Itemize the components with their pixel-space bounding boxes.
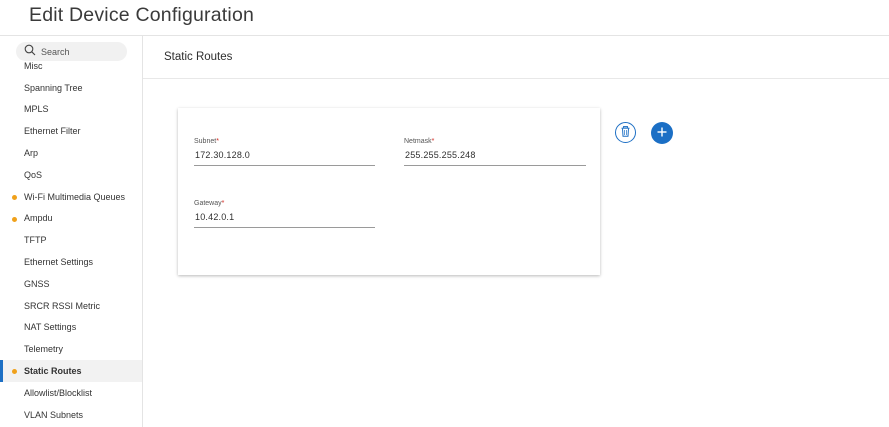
subnet-underline <box>194 165 375 166</box>
sidebar-item-static-routes[interactable]: Static Routes <box>0 360 142 382</box>
sidebar-item-wi-fi-multimedia-queues[interactable]: Wi-Fi Multimedia Queues <box>0 186 142 208</box>
netmask-field[interactable]: Netmask* 255.255.255.248 <box>404 138 586 166</box>
sidebar-item-label: VLAN Subnets <box>24 409 84 420</box>
gateway-field[interactable]: Gateway* 10.42.0.1 <box>194 200 375 228</box>
sidebar-item-label: Ethernet Settings <box>24 257 94 268</box>
sidebar-item-label: Ampdu <box>24 213 53 224</box>
sidebar-item-srcr-rssi-metric[interactable]: SRCR RSSI Metric <box>0 295 142 317</box>
sidebar-item-label: Allowlist/Blocklist <box>24 387 93 398</box>
sidebar-item-qos[interactable]: QoS <box>0 164 142 186</box>
netmask-value[interactable]: 255.255.255.248 <box>405 150 476 160</box>
sidebar-item-label: Ethernet Filter <box>24 126 81 137</box>
sidebar-item-ethernet-settings[interactable]: Ethernet Settings <box>0 251 142 273</box>
sidebar-item-label: MPLS <box>24 104 49 115</box>
sidebar-list: Misc Spanning Tree MPLS Ethernet Filter Arp Q… <box>0 55 142 426</box>
sidebar-item-label: QoS <box>24 169 43 180</box>
sidebar-item-label: Wi-Fi Multimedia Queues <box>24 191 126 202</box>
sidebar-item-ampdu[interactable]: Ampdu <box>0 208 142 230</box>
modified-indicator-dot <box>12 194 17 200</box>
sidebar-item-gnss[interactable]: GNSS <box>0 273 142 295</box>
static-route-card: Subnet* 172.30.128.0 Netmask* 255.255.25… <box>178 108 600 275</box>
sidebar-item-allowlist-blocklist[interactable]: Allowlist/Blocklist <box>0 382 142 404</box>
gateway-value[interactable]: 10.42.0.1 <box>195 212 234 222</box>
netmask-underline <box>404 165 586 166</box>
netmask-label: Netmask* <box>404 138 435 145</box>
delete-route-button[interactable] <box>615 122 636 143</box>
sidebar-item-nat-settings[interactable]: NAT Settings <box>0 317 142 339</box>
subnet-label: Subnet* <box>194 138 219 145</box>
add-route-button[interactable] <box>651 122 673 144</box>
sidebar-item-label: GNSS <box>24 278 50 289</box>
gateway-underline <box>194 227 375 228</box>
search-box[interactable] <box>16 42 127 61</box>
sidebar-item-label: TFTP <box>24 235 47 246</box>
sidebar-item-tftp[interactable]: TFTP <box>0 229 142 251</box>
sidebar-item-label: SRCR RSSI Metric <box>24 300 101 311</box>
modified-indicator-dot <box>12 369 17 375</box>
sidebar-item-arp[interactable]: Arp <box>0 142 142 164</box>
sidebar-item-mpls[interactable]: MPLS <box>0 99 142 121</box>
sidebar-item-telemetry[interactable]: Telemetry <box>0 338 142 360</box>
plus-icon <box>657 124 667 142</box>
page-title: Edit Device Configuration <box>29 4 255 26</box>
section-divider <box>143 78 889 79</box>
sidebar-item-label: Telemetry <box>24 344 64 355</box>
trash-icon <box>621 124 630 142</box>
modified-indicator-dot <box>12 216 17 222</box>
sidebar-item-vlan-subnets[interactable]: VLAN Subnets <box>0 404 142 426</box>
sidebar-item-label: Arp <box>24 148 39 159</box>
sidebar-item-ethernet-filter[interactable]: Ethernet Filter <box>0 120 142 142</box>
sidebar-item-spanning-tree[interactable]: Spanning Tree <box>0 77 142 99</box>
sidebar-item-label: Spanning Tree <box>24 82 83 93</box>
sidebar-item-label: Static Routes <box>24 366 82 377</box>
search-icon <box>24 43 36 61</box>
header: Edit Device Configuration <box>0 0 889 36</box>
subnet-value[interactable]: 172.30.128.0 <box>195 150 250 160</box>
subnet-field[interactable]: Subnet* 172.30.128.0 <box>194 138 375 166</box>
gateway-label: Gateway* <box>194 200 225 207</box>
sidebar-item-label: Misc <box>24 60 43 71</box>
sidebar-item-label: NAT Settings <box>24 322 77 333</box>
section-title: Static Routes <box>164 51 233 63</box>
search-input[interactable] <box>41 46 121 57</box>
sidebar: Misc Spanning Tree MPLS Ethernet Filter Arp Q… <box>0 36 143 427</box>
